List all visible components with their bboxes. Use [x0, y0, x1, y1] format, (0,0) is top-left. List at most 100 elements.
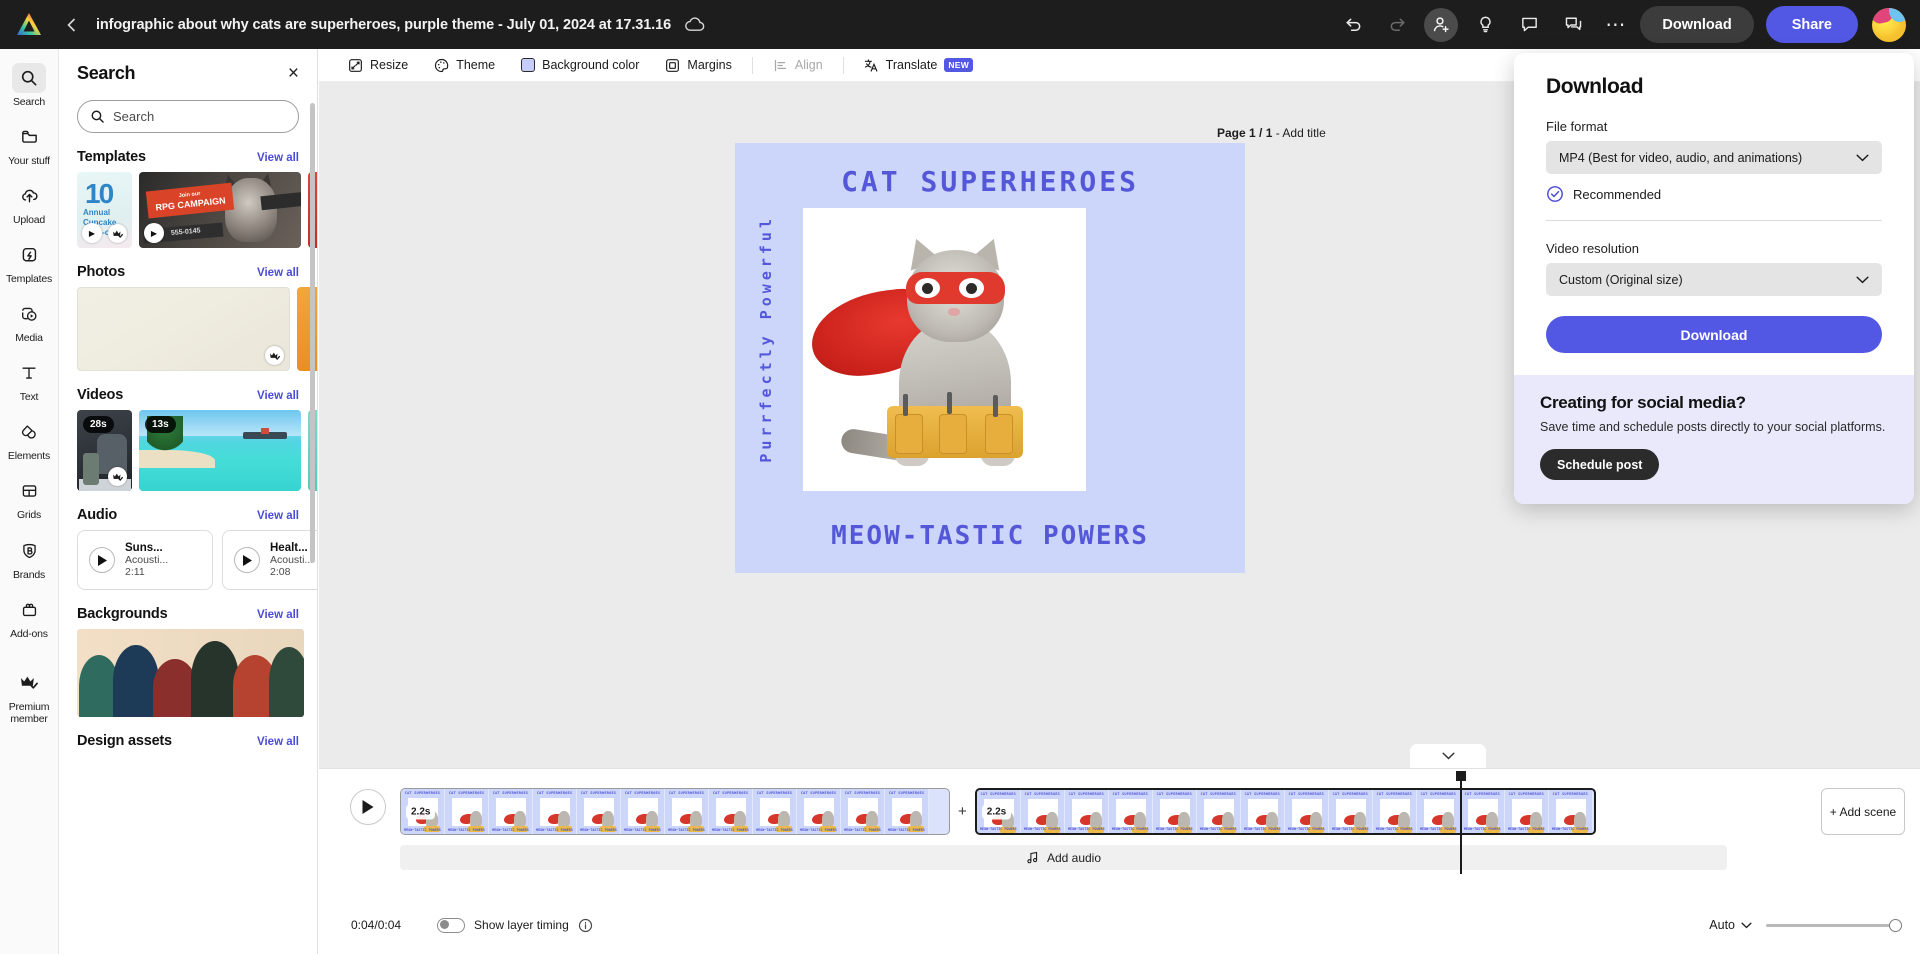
view-all-templates[interactable]: View all [257, 152, 299, 164]
play-badge-icon[interactable]: ▶ [144, 223, 164, 243]
chat-bubbles-icon[interactable] [1556, 8, 1590, 42]
invite-person-icon[interactable] [1424, 7, 1459, 42]
sidebar-item-label: Premium member [9, 701, 50, 725]
artboard[interactable]: CAT SUPERHEROES Purrfectly Powerful MEOW… [735, 143, 1245, 573]
current-time: 0:04/0:04 [351, 918, 402, 932]
video-card[interactable]: 13s [139, 410, 301, 491]
artboard-vertical-text[interactable]: Purrfectly Powerful [757, 215, 787, 463]
audio-card[interactable]: Healt... Acousti... 2:08 [222, 530, 317, 590]
frame-top-text: CAT SUPERHEROES [1464, 792, 1500, 796]
view-all-photos[interactable]: View all [257, 267, 299, 279]
frame-thumb: CAT SUPERHEROES MEOW-TASTIC POWERS [445, 789, 489, 834]
download-confirm-button[interactable]: Download [1546, 316, 1882, 353]
close-icon[interactable]: × [288, 64, 299, 83]
search-field-wrapper[interactable] [77, 100, 299, 133]
theme-button[interactable]: Theme [423, 52, 506, 79]
frame-thumb: CAT SUPERHEROES MEOW-TASTIC POWERS [1460, 790, 1505, 833]
align-button[interactable]: Align [762, 52, 834, 79]
view-all-backgrounds[interactable]: View all [257, 609, 299, 621]
section-header-backgrounds: Backgrounds View all [59, 590, 317, 629]
chevron-down-icon [1741, 922, 1752, 928]
scene-clip-selected[interactable]: 2.2s CAT SUPERHEROES MEOW-TASTIC POWERS C… [974, 788, 1596, 835]
sidebar-item-your-stuff[interactable]: Your stuff [0, 116, 59, 171]
avatar[interactable] [1872, 7, 1906, 42]
play-button[interactable] [350, 789, 386, 825]
translate-button[interactable]: Translate NEW [853, 52, 984, 79]
artboard-footer[interactable]: MEOW-TASTIC POWERS [735, 521, 1245, 551]
sidebar-item-brands[interactable]: Brands [0, 530, 59, 585]
belt-pocket [939, 414, 967, 454]
video-art [83, 453, 99, 485]
canvas-collapse-button[interactable] [1410, 744, 1486, 768]
videos-strip: 28s 13s [59, 410, 317, 491]
download-button[interactable]: Download [1640, 6, 1754, 43]
frame-bottom-text: MEOW-TASTIC POWERS [1111, 827, 1149, 831]
scene-clip[interactable]: 2.2s CAT SUPERHEROES MEOW-TASTIC POWERS C… [400, 788, 950, 835]
frame-top-text: CAT SUPERHEROES [1068, 792, 1104, 796]
page-label: Page 1 / 1 - Add title [1217, 126, 1326, 140]
sidebar-item-add-ons[interactable]: Add-ons [0, 589, 59, 644]
view-all-design-assets[interactable]: View all [257, 736, 299, 748]
playhead[interactable] [1456, 771, 1466, 874]
scene-separator[interactable]: + [958, 803, 967, 820]
promo-title: Creating for social media? [1540, 393, 1746, 412]
photo-card[interactable] [77, 287, 290, 371]
sidebar-item-grids[interactable]: Grids [0, 470, 59, 525]
frame-bottom-text: MEOW-TASTIC POWERS [800, 828, 837, 832]
play-icon[interactable] [234, 547, 260, 573]
frame-bottom-text: MEOW-TASTIC POWERS [979, 827, 1017, 831]
sidebar-item-search[interactable]: Search [0, 57, 59, 112]
recommended-label: Recommended [1573, 186, 1662, 202]
frame-image [804, 798, 836, 832]
artboard-cat-image[interactable] [803, 208, 1086, 491]
schedule-post-button[interactable]: Schedule post [1540, 449, 1660, 480]
back-button[interactable] [58, 12, 84, 38]
resize-button[interactable]: Resize [337, 52, 419, 79]
margins-button[interactable]: Margins [654, 52, 742, 79]
zoom-slider-knob[interactable] [1889, 918, 1902, 932]
show-layer-timing-group[interactable]: Show layer timing [437, 917, 593, 933]
background-card[interactable] [77, 629, 304, 717]
sidebar-item-elements[interactable]: Elements [0, 411, 59, 466]
sidebar-item-label: Elements [7, 450, 51, 463]
zoom-mode-select[interactable]: Auto [1709, 918, 1752, 932]
add-scene-button[interactable]: + Add scene [1821, 788, 1905, 835]
add-title-button[interactable]: Add title [1282, 126, 1325, 140]
more-options-icon[interactable]: ⋯ [1605, 15, 1626, 35]
template-card[interactable]: Join our RPG CAMPAIGN 555-0145 ▶ [139, 172, 301, 248]
template-card[interactable]: 10 AnnualCupcakeBake-off! ▶ [77, 172, 132, 248]
document-title[interactable]: infographic about why cats are superhero… [96, 17, 671, 33]
share-button[interactable]: Share [1765, 6, 1858, 43]
artboard-heading[interactable]: CAT SUPERHEROES [735, 165, 1245, 198]
play-icon[interactable] [89, 547, 115, 573]
sidebar-item-media[interactable]: Media [0, 293, 59, 348]
info-circle-icon[interactable] [578, 918, 593, 933]
sidebar-item-templates[interactable]: Templates [0, 234, 59, 289]
view-all-audio[interactable]: View all [257, 510, 299, 522]
undo-icon[interactable] [1336, 8, 1370, 42]
file-format-select[interactable]: MP4 (Best for video, audio, and animatio… [1546, 141, 1882, 174]
scene-track: 2.2s CAT SUPERHEROES MEOW-TASTIC POWERS C… [400, 788, 1596, 835]
section-header-design-assets: Design assets View all [59, 717, 317, 756]
zoom-slider[interactable] [1766, 918, 1902, 932]
panel-scrollbar[interactable] [310, 103, 315, 563]
audio-duration: 2:08 [270, 566, 291, 578]
audio-card[interactable]: Suns... Acousti... 2:11 [77, 530, 213, 590]
view-all-videos[interactable]: View all [257, 390, 299, 402]
show-layer-timing-toggle[interactable] [437, 917, 466, 933]
sidebar-item-upload[interactable]: Upload [0, 175, 59, 230]
play-badge-icon[interactable]: ▶ [82, 223, 102, 243]
video-resolution-select[interactable]: Custom (Original size) [1546, 263, 1882, 296]
sidebar-item-premium-member[interactable]: Premium member [0, 662, 59, 729]
video-card[interactable]: 28s [77, 410, 132, 491]
add-audio-button[interactable]: Add audio [400, 845, 1727, 870]
sidebar-item-text[interactable]: Text [0, 352, 59, 407]
adobe-express-logo[interactable] [0, 12, 58, 37]
redo-icon[interactable] [1380, 8, 1414, 42]
comment-icon[interactable] [1512, 8, 1546, 42]
scene-duration: 2.2s [406, 804, 436, 819]
search-input[interactable] [113, 109, 286, 124]
media-icon [12, 299, 46, 329]
background-color-button[interactable]: Background color [510, 52, 650, 79]
lightbulb-icon[interactable] [1468, 8, 1502, 42]
